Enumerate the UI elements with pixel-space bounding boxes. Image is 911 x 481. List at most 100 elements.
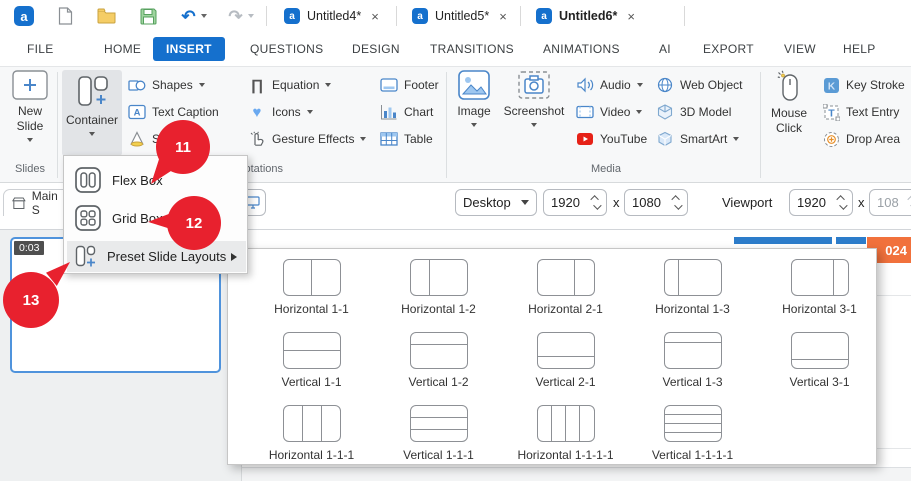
icons-button[interactable]: ♥ Icons [248,100,313,124]
slide-blue-bar [836,237,866,244]
text-caption-icon: A [128,103,146,121]
text-caption-button[interactable]: A Text Caption [128,100,219,124]
tab-questions[interactable]: QUESTIONS [250,42,323,56]
save-button[interactable] [139,5,157,27]
table-button[interactable]: Table [380,127,433,151]
close-tab-icon[interactable]: × [627,9,635,24]
tab-export[interactable]: EXPORT [703,42,754,56]
redo-button[interactable]: ↷ [226,5,256,27]
layout-item[interactable]: Vertical 1-1-1 [375,403,502,476]
dropdown-caret-icon [360,137,367,141]
video-button[interactable]: Video [576,100,643,124]
shapes-label: Shapes [152,78,193,92]
close-tab-icon[interactable]: × [371,9,379,24]
slide-width-spinner[interactable]: 1920 [543,189,607,216]
slide-width-value: 1920 [551,195,580,210]
layout-item[interactable]: Vertical 1-1 [248,330,375,403]
layout-item[interactable]: Horizontal 1-1-1 [248,403,375,476]
slide-height-spinner[interactable]: 1080 [624,189,688,216]
tab-view[interactable]: VIEW [784,42,816,56]
layout-item[interactable]: Horizontal 3-1 [756,257,883,330]
gesture-effects-button[interactable]: Gesture Effects [248,127,367,151]
equation-label: Equation [272,78,320,92]
layout-item[interactable]: Vertical 2-1 [502,330,629,403]
spinner-arrows[interactable] [671,195,683,210]
layout-preview-icon [790,259,849,296]
slide-duration-badge: 0:03 [14,241,45,255]
3d-model-button[interactable]: 3D Model [656,100,731,124]
tab-design[interactable]: DESIGN [352,42,400,56]
tab-ai[interactable]: AI [659,42,671,56]
new-slide-icon [12,70,48,100]
separator [520,6,521,26]
document-tab-untitled5[interactable]: a Untitled5* × [412,4,507,28]
tab-insert[interactable]: INSERT [153,37,225,61]
layout-item[interactable]: Vertical 1-1-1-1 [629,403,756,476]
mouse-click-button[interactable]: Mouse Click [764,70,814,136]
layout-item-label: Horizontal 1-1-1 [268,448,355,462]
container-button[interactable]: Container [62,70,122,156]
document-tab-untitled6[interactable]: a Untitled6* × [536,4,635,28]
video-icon [576,103,594,121]
layout-item-label: Horizontal 1-1-1-1 [517,448,614,462]
layout-item[interactable]: Vertical 3-1 [756,330,883,403]
viewport-height-spinner[interactable]: 108 [869,189,911,216]
layout-item[interactable]: Vertical 1-2 [375,330,502,403]
open-button[interactable] [96,5,116,27]
dropdown-caret-icon [325,83,332,87]
smartart-label: SmartArt [680,132,728,146]
shapes-icon [128,76,146,94]
close-tab-icon[interactable]: × [499,9,507,24]
web-object-button[interactable]: Web Object [656,73,742,97]
tab-file[interactable]: FILE [27,42,54,56]
new-document-button[interactable] [56,5,74,27]
screenshot-button[interactable]: Screenshot [500,70,568,127]
3d-model-label: 3D Model [680,105,732,119]
separator [396,6,397,26]
spinner-arrows[interactable] [836,195,848,210]
grid-box-icon [75,205,101,231]
text-entry-icon: T [822,103,840,121]
layout-item[interactable]: Horizontal 1-3 [629,257,756,330]
layout-item[interactable]: Horizontal 1-2 [375,257,502,330]
shapes-button[interactable]: Shapes [128,73,205,97]
menu-item-preset-slide-layouts[interactable]: Preset Slide Layouts [67,241,246,272]
audio-icon [576,76,594,94]
slide-blue-bar [734,237,832,244]
document-tab-untitled4[interactable]: a Untitled4* × [284,4,379,28]
new-slide-button[interactable]: New Slide [6,70,54,142]
layout-item[interactable]: Horizontal 1-1-1-1 [502,403,629,476]
layout-item[interactable]: Vertical 1-3 [629,330,756,403]
device-select[interactable]: Desktop [455,189,537,216]
youtube-button[interactable]: YouTube [576,127,647,151]
text-entry-button[interactable]: T Text Entry [822,100,899,124]
key-stroke-button[interactable]: K Key Stroke [822,73,905,97]
spinner-arrows[interactable] [590,195,602,210]
group-separator [760,72,761,178]
dropdown-caret-icon [733,137,740,141]
document-tab-label: Untitled5* [435,9,490,23]
audio-button[interactable]: Audio [576,73,643,97]
footer-button[interactable]: Footer [380,73,439,97]
mouse-click-label: Mouse Click [770,106,808,135]
smartart-button[interactable]: SmartArt [656,127,740,151]
undo-button[interactable]: ↶ [179,5,209,27]
chart-button[interactable]: Chart [380,100,433,124]
layout-item[interactable]: Horizontal 1-1 [248,257,375,330]
viewport-width-spinner[interactable]: 1920 [789,189,853,216]
new-slide-label: New Slide [16,104,44,133]
text-caption-label: Text Caption [152,105,219,119]
drop-area-button[interactable]: Drop Area [822,127,900,151]
tab-animations[interactable]: ANIMATIONS [543,42,620,56]
dropdown-caret-icon [471,123,477,127]
tab-home[interactable]: HOME [104,42,141,56]
new-document-icon [58,7,72,25]
preset-layouts-panel: Horizontal 1-1 Horizontal 1-2 Horizontal 2… [227,248,877,465]
image-button[interactable]: Image [452,70,496,127]
equation-button[interactable]: ∏ Equation [248,73,332,97]
tab-help[interactable]: HELP [843,42,876,56]
tab-transitions[interactable]: TRANSITIONS [430,42,514,56]
layout-item[interactable]: Horizontal 2-1 [502,257,629,330]
layout-item-label: Vertical 1-1-1-1 [651,448,734,462]
viewport-times-label: x [858,195,865,210]
